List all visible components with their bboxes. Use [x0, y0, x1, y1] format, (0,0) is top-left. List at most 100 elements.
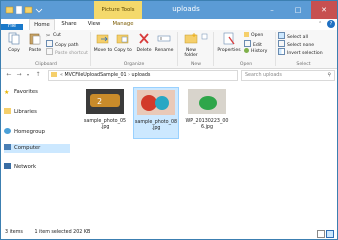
scissors-icon: ✂ — [46, 33, 51, 39]
file-name-line2: .jpg — [151, 126, 161, 131]
search-input[interactable]: Search uploads ⚲ — [241, 70, 335, 81]
search-placeholder: Search uploads — [245, 73, 282, 78]
select-none-icon — [278, 40, 285, 47]
computer-icon — [4, 144, 11, 150]
copy-to-button[interactable]: Copy to — [113, 32, 133, 53]
move-to-label: Move to — [93, 48, 113, 53]
file-item-selected[interactable]: sample_photo_08 .jpg — [133, 87, 179, 139]
large-icons-view-icon[interactable] — [326, 230, 334, 238]
edit-icon — [244, 40, 251, 47]
nav-item-network[interactable]: Network — [4, 163, 70, 172]
open-button[interactable]: Open — [244, 32, 263, 39]
move-to-icon — [96, 34, 109, 44]
quick-access-icons[interactable] — [5, 5, 45, 15]
new-folder-button[interactable]: New folder — [181, 32, 201, 58]
ribbon: Copy Paste ✂ Cut Copy path Paste shortcut… — [1, 30, 337, 69]
paste-label: Paste — [28, 48, 42, 53]
copy-to-label: Copy to — [114, 48, 132, 53]
properties-label: Properties — [217, 48, 241, 53]
rename-icon — [157, 35, 171, 42]
properties-button[interactable]: Properties — [216, 32, 242, 53]
photo-thumbnail-1: 2 — [86, 89, 124, 114]
paste-icon — [29, 33, 41, 45]
network-icon — [4, 163, 11, 169]
file-item[interactable]: 2 sample_photo_05 .jpg — [83, 87, 127, 137]
up-button[interactable]: ↑ — [34, 71, 42, 79]
nav-label: Computer — [14, 145, 41, 151]
paste-shortcut-icon — [46, 48, 53, 55]
select-none-button[interactable]: Select none — [278, 40, 314, 48]
edit-button[interactable]: Edit — [244, 40, 262, 48]
invert-selection-button[interactable]: Invert selection — [278, 48, 323, 56]
close-button[interactable]: ✕ — [311, 1, 337, 19]
copy-path-icon — [46, 40, 53, 47]
new-item-icon[interactable] — [201, 33, 209, 40]
properties-icon — [223, 32, 235, 45]
file-name-line2: 6.jpg — [201, 125, 213, 130]
history-icon — [244, 48, 249, 53]
nav-item-computer[interactable]: Computer — [4, 144, 70, 153]
homegroup-icon — [4, 128, 11, 134]
clipboard-group-label: Clipboard — [35, 62, 57, 67]
svg-text:2: 2 — [97, 97, 102, 106]
organize-group-label: Organize — [123, 62, 145, 67]
minimize-button[interactable]: – — [259, 1, 285, 19]
breadcrumb-root[interactable]: MVCFileUploadSample_01 — [64, 73, 126, 78]
help-icon[interactable]: ? — [327, 20, 335, 28]
paste-shortcut-label: Paste shortcut — [55, 51, 88, 56]
file-item[interactable]: WP_20130223_00 6.jpg — [185, 87, 229, 137]
delete-button[interactable]: Delete — [134, 32, 154, 53]
nav-label: Libraries — [14, 109, 37, 115]
folder-icon — [51, 72, 57, 77]
navigation-pane: ★ Favorites Libraries Homegroup Computer … — [1, 82, 71, 227]
address-row: ← → ▾ ↑ « MVCFileUploadSample_01 › uploa… — [1, 69, 337, 81]
copy-button[interactable]: Copy — [4, 32, 24, 53]
ribbon-divider — [177, 32, 178, 66]
quick-access-toolbar — [5, 5, 45, 15]
cut-button[interactable]: ✂ Cut — [46, 32, 61, 39]
copy-icon — [8, 32, 20, 45]
paste-shortcut-button[interactable]: Paste shortcut — [46, 48, 88, 56]
new-folder-icon — [184, 33, 198, 44]
select-group-label: Select — [296, 62, 311, 67]
maximize-button[interactable]: □ — [285, 1, 311, 19]
copy-label: Copy — [8, 48, 20, 53]
select-all-button[interactable]: Select all — [278, 32, 308, 40]
select-all-icon — [278, 32, 285, 39]
status-bar: 3 items 1 item selected 202 KB — [1, 227, 337, 239]
forward-button[interactable]: → — [15, 71, 23, 79]
tab-view[interactable]: View — [83, 19, 105, 30]
history-button[interactable]: History — [244, 48, 267, 55]
rename-button[interactable]: Rename — [154, 32, 174, 53]
breadcrumb-current[interactable]: uploads — [132, 73, 151, 78]
copy-to-icon — [116, 34, 129, 44]
nav-item-libraries[interactable]: Libraries — [4, 108, 70, 117]
nav-label: Favorites — [14, 89, 38, 95]
selection-info: 1 item selected 202 KB — [34, 230, 91, 235]
ribbon-collapse-icon[interactable]: ⌃ — [318, 21, 325, 28]
details-view-icon[interactable] — [317, 230, 325, 238]
move-to-button[interactable]: Move to — [93, 32, 113, 53]
invert-selection-icon — [278, 48, 285, 55]
nav-label: Homegroup — [14, 129, 46, 135]
recent-locations-icon[interactable]: ▾ — [24, 71, 32, 79]
nav-item-homegroup[interactable]: Homegroup — [4, 128, 70, 137]
new-group-label: New — [190, 62, 202, 67]
paste-button[interactable]: Paste — [25, 32, 45, 53]
cut-label: Cut — [53, 33, 61, 38]
tab-share[interactable]: Share — [57, 19, 81, 30]
title-bar: Picture Tools uploads – □ ✕ — [1, 1, 337, 19]
back-button[interactable]: ← — [5, 71, 13, 79]
ribbon-divider — [213, 32, 214, 66]
picture-tools-context: Picture Tools — [94, 1, 142, 19]
address-bar[interactable]: « MVCFileUploadSample_01 › uploads — [48, 70, 238, 81]
new-folder-label: New folder — [184, 48, 198, 58]
photo-thumbnail-2 — [137, 90, 175, 115]
invert-selection-label: Invert selection — [287, 51, 323, 56]
item-count: 3 items — [5, 230, 23, 235]
tab-manage[interactable]: Manage — [107, 19, 139, 30]
nav-item-favorites[interactable]: ★ Favorites — [4, 88, 70, 97]
copy-path-button[interactable]: Copy path — [46, 40, 79, 48]
file-list: 2 sample_photo_05 .jpg sample_photo_08 .… — [73, 82, 335, 227]
open-group-label: Open — [239, 62, 253, 67]
